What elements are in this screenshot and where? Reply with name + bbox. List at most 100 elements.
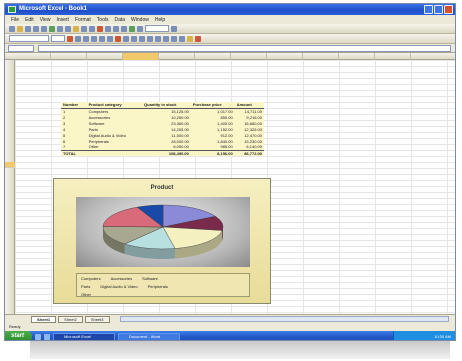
- minimize-button[interactable]: [424, 5, 433, 14]
- quick-launch-icon[interactable]: [44, 333, 51, 340]
- help-icon[interactable]: [171, 25, 177, 32]
- open-icon[interactable]: [17, 25, 23, 32]
- align-center-icon[interactable]: [99, 35, 105, 42]
- legend-entry: Software: [142, 275, 158, 281]
- sort-ascending-icon[interactable]: [113, 25, 119, 32]
- sort-descending-icon[interactable]: [121, 25, 127, 32]
- menu-data[interactable]: Data: [114, 17, 125, 23]
- legend-entry: Computers: [81, 275, 101, 281]
- column-header[interactable]: [195, 53, 231, 60]
- cell[interactable]: 108,490.00: [142, 149, 191, 156]
- print-preview-icon[interactable]: [41, 25, 47, 32]
- column-header[interactable]: [303, 53, 339, 60]
- pie-chart[interactable]: Product Computers Accessories Software P…: [53, 178, 271, 304]
- decrease-decimal-icon[interactable]: [155, 35, 161, 42]
- hyperlink-icon[interactable]: [97, 25, 103, 32]
- window-shadow: [30, 341, 450, 359]
- legend-entry: Peripherals: [147, 283, 168, 289]
- formula-input[interactable]: [38, 44, 451, 52]
- redo-icon[interactable]: [89, 25, 95, 32]
- font-color-icon[interactable]: [195, 35, 201, 42]
- legend-entry: Parts: [81, 283, 91, 289]
- taskbar-item[interactable]: Microsoft Excel: [53, 332, 116, 340]
- print-icon[interactable]: [33, 25, 39, 32]
- decrease-indent-icon[interactable]: [163, 35, 169, 42]
- row-header[interactable]: [5, 162, 15, 168]
- column-header[interactable]: [231, 53, 267, 60]
- increase-decimal-icon[interactable]: [147, 35, 153, 42]
- legend-entry: Digital Audio & Video: [100, 283, 138, 289]
- formula-bar: [5, 44, 455, 53]
- column-header[interactable]: [15, 53, 51, 60]
- column-header[interactable]: [267, 53, 303, 60]
- cell[interactable]: 86,772.00: [234, 149, 264, 156]
- column-header[interactable]: [87, 53, 123, 60]
- quick-launch-icon[interactable]: [35, 333, 42, 340]
- column-header[interactable]: [123, 53, 159, 60]
- menu-view[interactable]: View: [40, 17, 51, 23]
- new-icon[interactable]: [9, 25, 15, 32]
- align-left-icon[interactable]: [91, 35, 97, 42]
- font-size-combo[interactable]: [51, 35, 65, 42]
- column-header[interactable]: [375, 53, 411, 60]
- sheet-tab[interactable]: Sheet1: [31, 315, 57, 323]
- status-text: Ready: [9, 324, 21, 329]
- column-header[interactable]: [339, 53, 375, 60]
- horizontal-scrollbar[interactable]: [119, 316, 449, 322]
- copy-icon[interactable]: [65, 25, 71, 32]
- window-controls: [424, 5, 453, 14]
- legend-entry: Other: [81, 291, 92, 297]
- currency-icon[interactable]: [123, 35, 129, 42]
- maximize-button[interactable]: [434, 5, 443, 14]
- menu-tools[interactable]: Tools: [97, 17, 109, 23]
- menu-help[interactable]: Help: [155, 17, 165, 23]
- borders-icon[interactable]: [179, 35, 185, 42]
- fill-color-icon[interactable]: [187, 35, 193, 42]
- start-button[interactable]: start: [5, 331, 33, 340]
- close-button[interactable]: [444, 5, 453, 14]
- menu-file[interactable]: File: [11, 17, 19, 23]
- cell[interactable]: 8,156.00: [190, 149, 235, 156]
- legend-row: Other: [77, 290, 249, 298]
- taskbar-item[interactable]: Document - Word: [118, 332, 181, 340]
- name-box[interactable]: [8, 44, 34, 52]
- menu-bar: File Edit View Insert Format Tools Data …: [5, 15, 455, 24]
- chart-title: Product: [150, 185, 174, 191]
- menu-insert[interactable]: Insert: [56, 17, 69, 23]
- menu-format[interactable]: Format: [75, 17, 91, 23]
- spelling-icon[interactable]: [49, 25, 55, 32]
- autosum-icon[interactable]: [105, 25, 111, 32]
- menu-window[interactable]: Window: [131, 17, 149, 23]
- cell[interactable]: TOTAL: [61, 149, 87, 156]
- italic-icon[interactable]: [75, 35, 81, 42]
- worksheet-grid[interactable]: Number Product category Quantity in stoc…: [15, 60, 455, 314]
- paste-icon[interactable]: [73, 25, 79, 32]
- cell[interactable]: [86, 149, 143, 156]
- excel-window: Microsoft Excel - Book1 File Edit View I…: [4, 3, 456, 341]
- chart-wizard-icon[interactable]: [129, 25, 135, 32]
- row-headers: [5, 60, 15, 314]
- sheet-tab[interactable]: Sheet3: [84, 315, 110, 323]
- align-right-icon[interactable]: [107, 35, 113, 42]
- increase-indent-icon[interactable]: [171, 35, 177, 42]
- merge-center-icon[interactable]: [115, 35, 121, 42]
- zoom-combo[interactable]: [145, 25, 169, 32]
- column-header[interactable]: [159, 53, 195, 60]
- column-header[interactable]: [51, 53, 87, 60]
- underline-icon[interactable]: [83, 35, 89, 42]
- cut-icon[interactable]: [57, 25, 63, 32]
- percent-icon[interactable]: [131, 35, 137, 42]
- sheet-tab[interactable]: Sheet2: [58, 315, 83, 323]
- undo-icon[interactable]: [81, 25, 87, 32]
- sheet-tab-bar: Sheet1 Sheet2 Sheet3: [5, 314, 455, 323]
- save-icon[interactable]: [25, 25, 31, 32]
- column-header[interactable]: [411, 53, 455, 60]
- menu-edit[interactable]: Edit: [25, 17, 34, 23]
- bold-icon[interactable]: [67, 35, 73, 42]
- window-title: Microsoft Excel - Book1: [19, 6, 88, 12]
- chart-legend: Computers Accessories Software Parts Dig…: [76, 273, 250, 297]
- comma-icon[interactable]: [139, 35, 145, 42]
- drawing-icon[interactable]: [137, 25, 143, 32]
- font-combo[interactable]: [9, 35, 49, 42]
- pie-plot: [102, 204, 224, 259]
